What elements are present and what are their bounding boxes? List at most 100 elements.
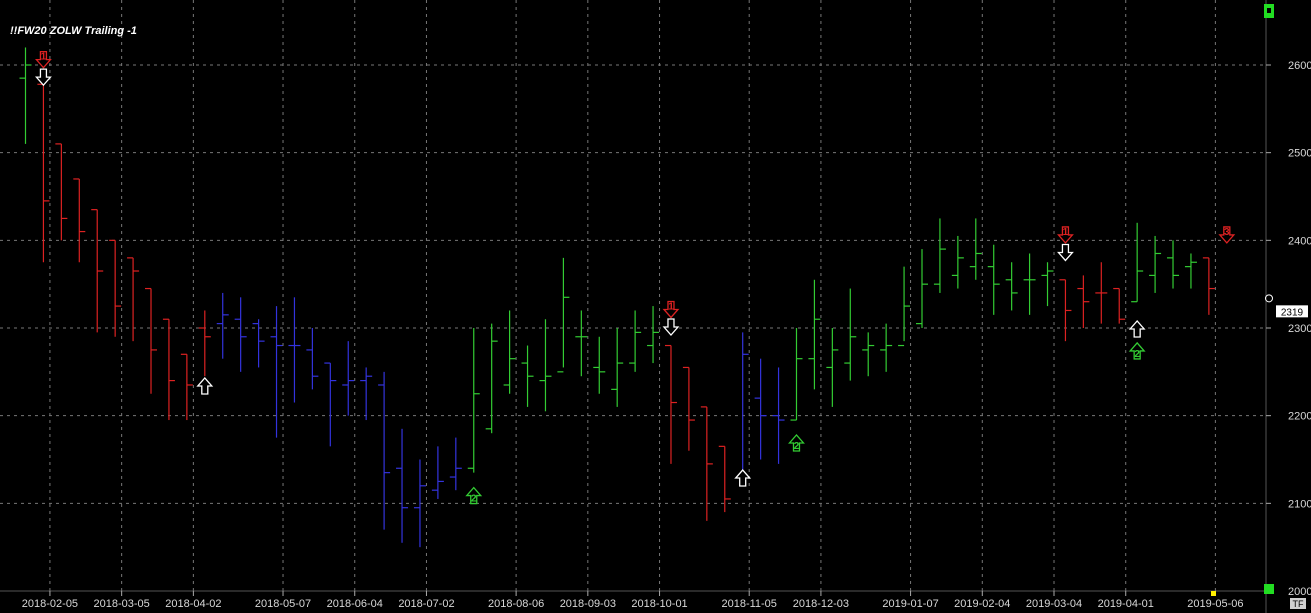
ohlc-chart: 1 2 1 2 1 2 3 2000 2100 2200 2300 2400 2500 2600 2018… <box>0 0 1311 613</box>
ohlc-bar <box>1005 262 1018 311</box>
x-tick-label: 2018-07-02 <box>398 598 454 610</box>
ohlc-bar <box>951 235 964 289</box>
ohlc-bar <box>898 266 911 347</box>
signal-down-arrow-icon: 3 <box>1218 226 1236 244</box>
x-tick-label: 2019-02-04 <box>954 598 1010 610</box>
signal-down-arrow-icon: 1 <box>1057 226 1074 244</box>
x-tick-label: 2019-03-04 <box>1026 598 1082 610</box>
ohlc-bar <box>969 218 982 280</box>
ohlc-bar <box>431 446 444 499</box>
ohlc-bar <box>862 332 875 377</box>
ohlc-bar <box>575 310 588 377</box>
ohlc-bar <box>1167 240 1180 289</box>
scroll-bottom-handle[interactable] <box>1264 584 1274 594</box>
scroll-top-handle-inner <box>1267 8 1271 13</box>
grid-lines <box>0 0 1267 613</box>
signal-down-arrow-icon: 1 <box>34 50 52 69</box>
ohlc-bar <box>539 319 552 412</box>
ohlc-bar <box>754 358 767 460</box>
ohlc-bar <box>162 318 175 421</box>
ohlc-bar <box>73 178 86 263</box>
x-tick-label: 2018-06-04 <box>327 598 383 610</box>
ohlc-bar <box>216 292 229 359</box>
ohlc-bar <box>270 306 283 438</box>
signal-label: 2 <box>471 494 477 505</box>
signal-up-arrow-icon: 2 <box>465 486 483 505</box>
y-tick-label: 2300 <box>1288 323 1311 335</box>
ohlc-bar <box>808 279 821 390</box>
x-tick-label: 2019-01-07 <box>882 598 938 610</box>
signal-down-arrow-icon <box>34 68 52 87</box>
ohlc-bar <box>1202 257 1215 315</box>
signal-down-arrow-icon: 1 <box>662 300 680 319</box>
ohlc-bar <box>198 310 211 377</box>
ohlc-bar <box>1059 279 1072 342</box>
ohlc-bar <box>987 244 1000 315</box>
ohlc-bar <box>611 328 624 407</box>
signal-label: 2 <box>1134 349 1140 360</box>
y-tick-label: 2500 <box>1288 148 1311 160</box>
ohlc-bar <box>378 371 391 530</box>
ohlc-bar <box>593 336 606 394</box>
ohlc-bar <box>1095 262 1108 324</box>
ohlc-bar <box>145 287 158 394</box>
x-tick-label: 2018-10-01 <box>631 598 687 610</box>
x-tick-label: 2019-05-06 <box>1187 598 1243 610</box>
y-tick-label: 2100 <box>1288 498 1311 510</box>
ohlc-bar <box>503 310 516 394</box>
y-tick-label: 2600 <box>1288 60 1311 72</box>
signal-up-arrow-icon <box>734 469 752 487</box>
y-tick-label: 2000 <box>1288 586 1311 598</box>
signal-up-arrow-icon: 2 <box>1128 341 1146 360</box>
ohlc-bar <box>180 353 193 421</box>
ohlc-bar <box>55 143 68 241</box>
ohlc-bar <box>664 344 677 464</box>
ohlc-bar <box>467 328 480 473</box>
ohlc-bar <box>736 332 749 478</box>
ohlc-bar <box>557 257 570 373</box>
x-tick-label: 2018-08-06 <box>488 598 544 610</box>
time-cursor-marker <box>1211 591 1216 596</box>
ohlc-bar <box>1131 222 1144 303</box>
ohlc-bar <box>37 83 50 263</box>
x-tick-label: 2018-02-05 <box>22 598 78 610</box>
x-tick-label: 2018-04-02 <box>165 598 221 610</box>
ohlc-bar <box>449 437 462 491</box>
ohlc-bar <box>790 328 803 421</box>
ohlc-bar <box>485 323 498 434</box>
signal-up-arrow-icon <box>196 376 214 395</box>
ohlc-bar <box>396 428 409 543</box>
signal-label: 1 <box>41 52 47 63</box>
x-tick-label: 2018-03-05 <box>94 598 150 610</box>
ohlc-bar <box>1149 235 1162 293</box>
ohlc-bar <box>844 288 857 381</box>
ohlc-bar <box>826 328 839 407</box>
ohlc-bar <box>342 341 355 416</box>
ohlc-bar <box>933 218 946 293</box>
chart-title: !!FW20 ZOLW Trailing -1 <box>10 25 137 37</box>
x-tick-label: 2019-04-01 <box>1098 598 1154 610</box>
last-value-marker-icon <box>1265 294 1273 303</box>
ohlc-bar <box>252 319 265 368</box>
timeframe-button-label: TF <box>1293 599 1304 609</box>
ohlc-bar <box>127 257 140 342</box>
ohlc-bar <box>682 366 695 451</box>
ohlc-bar <box>916 249 928 328</box>
ohlc-bar <box>629 310 642 372</box>
signal-up-arrow-icon: 2 <box>788 433 805 452</box>
ohlc-bar <box>324 362 337 447</box>
signal-label: 2 <box>794 441 800 452</box>
last-value-label: 2319 <box>1281 307 1304 318</box>
ohlc-bar <box>521 345 534 407</box>
ohlc-bar <box>306 328 319 390</box>
ohlc-bar <box>360 367 373 421</box>
x-tick-label: 2018-05-07 <box>255 598 311 610</box>
signal-up-arrow-icon <box>1128 320 1146 338</box>
ohlc-bar <box>1041 262 1054 307</box>
ohlc-bar <box>1023 253 1036 315</box>
x-tick-label: 2018-09-03 <box>560 598 616 610</box>
price-bars <box>19 47 1215 548</box>
y-tick-label: 2400 <box>1288 235 1311 247</box>
chart-canvas: 1 2 1 2 1 2 3 2000 2100 2200 2300 2400 2500 2600 2018… <box>0 0 1311 613</box>
ohlc-bar <box>718 445 731 513</box>
